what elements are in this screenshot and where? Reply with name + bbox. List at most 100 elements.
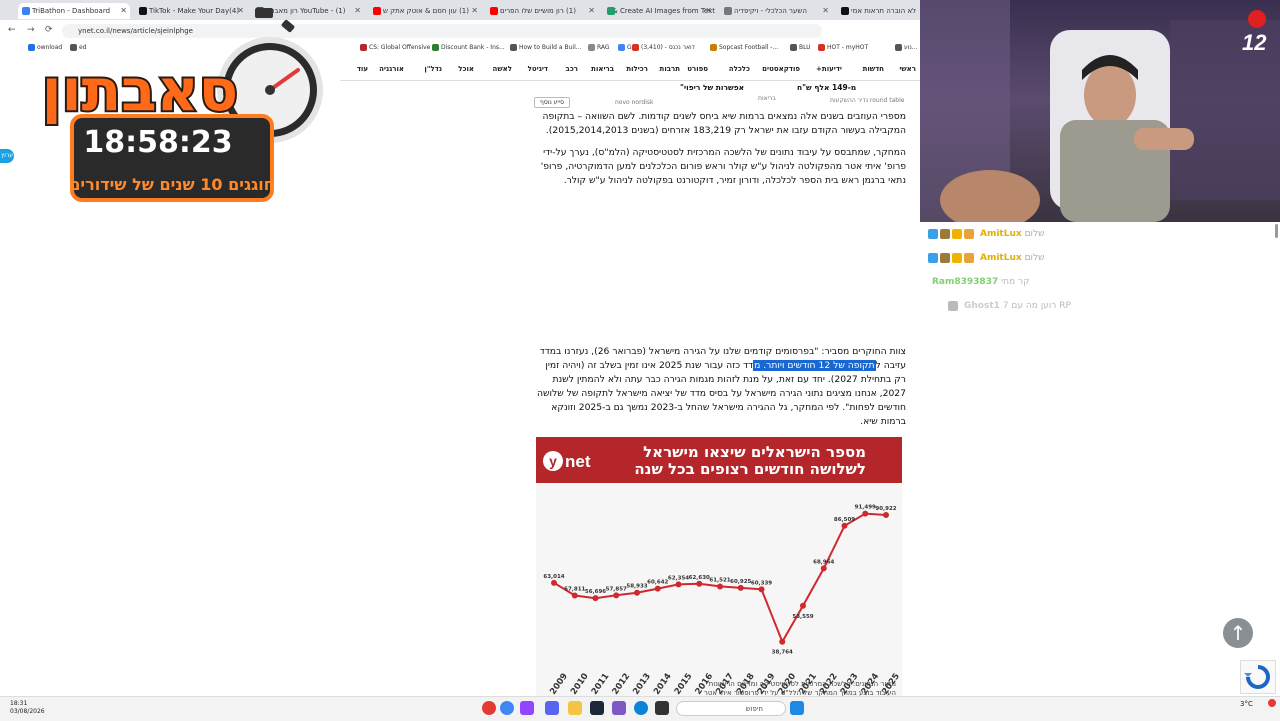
chat-text: שלום	[1021, 229, 1045, 239]
browser-tab[interactable]: (1) עון חסם & אוטק אתק ש ✕	[369, 3, 481, 19]
tab-title: (1) עון חסם & אוטק אתק ש	[383, 7, 469, 15]
chart-title-line-1: מספר הישראלים שיצאו מישראל	[643, 443, 866, 461]
page-scrollbar[interactable]	[1272, 222, 1280, 692]
bookmark-item[interactable]: RAG	[588, 44, 610, 51]
svg-text:y: y	[549, 453, 557, 469]
related-caption-1: round table נדיר ההשקעות	[830, 97, 905, 104]
nav-item[interactable]: תרבות	[660, 65, 680, 73]
chrome-icon[interactable]	[500, 701, 514, 715]
related-more-button[interactable]: סייע נוסף	[534, 97, 571, 108]
tab-favicon	[490, 7, 498, 15]
bookmark-item[interactable]: (3,410) - דואר נכנס	[632, 44, 695, 51]
chat-username[interactable]: AmitLux	[980, 229, 1022, 239]
nav-item[interactable]: אוכל	[458, 65, 474, 73]
discord-icon[interactable]	[545, 701, 559, 715]
close-tab-icon[interactable]: ✕	[471, 3, 478, 19]
chat-username[interactable]: Ghost1	[964, 301, 1000, 311]
bookmark-item[interactable]: נוע...	[895, 44, 918, 51]
bookmark-icon	[360, 44, 367, 51]
nav-item[interactable]: דיגיטל	[528, 65, 548, 73]
nav-item[interactable]: עוד	[357, 65, 368, 73]
data-label: 86,509	[834, 517, 855, 523]
article-body: מספרי העוזבים בשנים אלה נמצאים ברמות שיא…	[534, 110, 906, 188]
side-badge[interactable]: ערוץ	[0, 149, 14, 163]
record-indicator	[1248, 10, 1266, 28]
bookmark-item[interactable]: Discount Bank - Ins...	[432, 44, 505, 51]
bookmark-label: BLU	[799, 44, 811, 51]
close-tab-icon[interactable]: ✕	[705, 3, 712, 19]
nav-item[interactable]: אורגניה	[379, 65, 404, 73]
paragraph-1: מספרי העוזבים בשנים אלה נמצאים ברמות שיא…	[542, 111, 906, 136]
tab-title: (1) רון מושיים שלו הפרים	[500, 7, 576, 15]
bookmark-icon	[790, 44, 797, 51]
windows-start-icon[interactable]	[790, 701, 804, 715]
data-point	[613, 592, 620, 599]
tab-title: השער הכלכלי - ויקיפדיה	[734, 7, 807, 15]
close-tab-icon[interactable]: ✕	[822, 3, 829, 19]
related-caption-2: בריאות	[758, 95, 776, 102]
chat-username[interactable]: Ram8393837	[932, 277, 998, 287]
chat-message: AmitLux שלום	[928, 249, 1044, 267]
bookmark-label: Sopcast Football -...	[719, 44, 779, 51]
chat-badge-icon	[948, 300, 958, 311]
tab-title: לא הוברה תראות אמי	[851, 7, 917, 15]
browser-tab[interactable]: Create AI Images from Text & ✕	[603, 3, 715, 19]
bookmark-label: Discount Bank - Ins...	[441, 44, 505, 51]
scroll-to-top-button[interactable]: ↑	[1223, 618, 1253, 648]
nav-item[interactable]: ספורט	[687, 65, 708, 73]
recaptcha-badge[interactable]	[1240, 660, 1276, 694]
nav-item[interactable]: ידיעות+	[816, 65, 842, 73]
bookmark-item[interactable]: Sopcast Football -...	[710, 44, 778, 51]
browser-tab[interactable]: השער הכלכלי - ויקיפדיה ✕	[720, 3, 832, 19]
app-icon-1[interactable]	[482, 701, 496, 715]
app-icon-3[interactable]	[655, 701, 669, 715]
data-label: 57,811	[564, 586, 585, 592]
bookmark-item[interactable]: G	[618, 44, 632, 51]
data-label: 60,339	[751, 580, 772, 586]
bookmark-item[interactable]: HOT - myHOT	[818, 44, 868, 51]
data-label: 91,499	[855, 505, 876, 511]
data-point	[862, 510, 869, 517]
data-label: 53,559	[792, 614, 813, 620]
nav-item[interactable]: רכב	[566, 65, 578, 73]
data-point	[737, 584, 744, 591]
webcam-feed: 12	[920, 0, 1280, 222]
nav-item[interactable]: נדל"ן	[424, 65, 442, 73]
close-tab-icon[interactable]: ✕	[354, 3, 361, 19]
related-headline-2[interactable]: אפשרות של ריפוי"	[680, 83, 744, 92]
data-label: 57,857	[606, 586, 627, 592]
related-caption-3: novo nordisk	[615, 99, 654, 106]
bookmark-item[interactable]: How to Build a Buil...	[510, 44, 581, 51]
steam-icon[interactable]	[590, 701, 604, 715]
nav-item[interactable]: רכילות	[626, 65, 648, 73]
nav-item[interactable]: בריאות	[591, 65, 614, 73]
edge-icon[interactable]	[634, 701, 648, 715]
nav-item[interactable]: פודקאסטים	[762, 65, 800, 73]
subathon-timer: 18:58:23	[83, 125, 232, 160]
bookmark-icon	[710, 44, 717, 51]
chat-username[interactable]: AmitLux	[980, 253, 1022, 263]
nav-item[interactable]: ראשי	[899, 65, 916, 73]
paragraph-3: צוות החוקרים מסביר: "בפרסומים קודמים שלנ…	[536, 346, 906, 427]
close-tab-icon[interactable]: ✕	[588, 3, 595, 19]
bookmark-item[interactable]: BLU	[790, 44, 811, 51]
data-label: 60,642	[647, 580, 668, 586]
nav-item[interactable]: כלכלה	[729, 65, 750, 73]
bookmark-item[interactable]: CS: Global Offensive	[360, 44, 430, 51]
taskbar-search[interactable]: חיפוש	[676, 701, 786, 716]
nav-item[interactable]: חדשות	[863, 65, 884, 73]
browser-tab[interactable]: (1) רון מושיים שלו הפרים ✕	[486, 3, 598, 19]
data-label: 63,014	[543, 574, 564, 580]
folder-icon[interactable]	[568, 701, 582, 715]
data-point	[592, 595, 599, 602]
twitch-icon[interactable]	[520, 701, 534, 715]
data-point	[571, 592, 578, 599]
notification-icon[interactable]	[1268, 699, 1276, 707]
data-label: 90,922	[875, 506, 896, 512]
nav-item[interactable]: לאשה	[493, 65, 512, 73]
app-icon-2[interactable]	[612, 701, 626, 715]
data-point	[883, 512, 889, 519]
related-headline-1[interactable]: מ-149 אלף ש"ח	[797, 83, 856, 92]
data-point	[551, 579, 557, 586]
bookmark-label: (3,410) - דואר נכנס	[641, 44, 695, 51]
